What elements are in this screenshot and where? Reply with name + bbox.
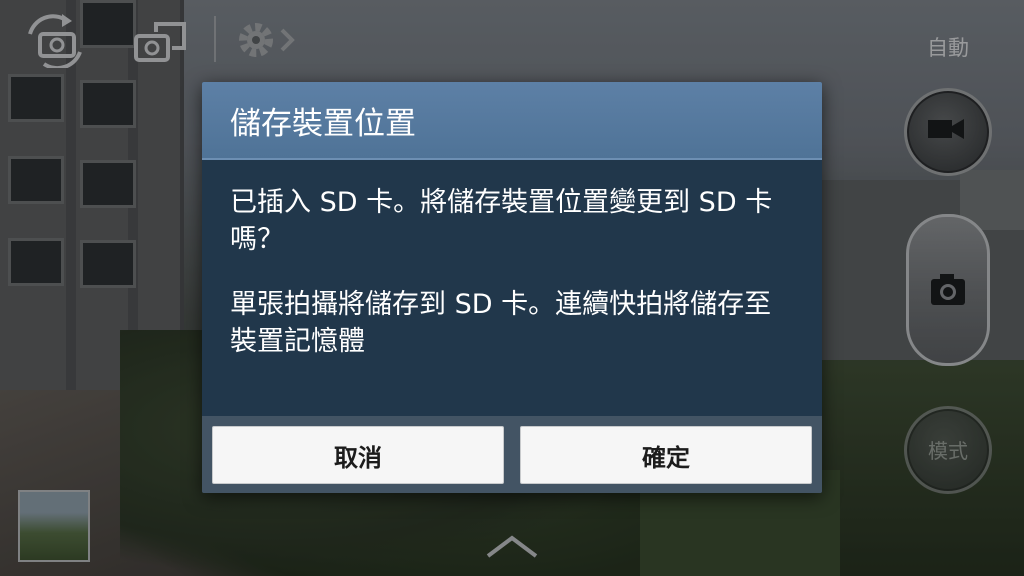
dialog-header: 儲存裝置位置 bbox=[202, 82, 822, 160]
dialog-title: 儲存裝置位置 bbox=[230, 105, 416, 142]
dialog-button-bar: 取消 確定 bbox=[202, 416, 822, 493]
dialog-message-primary: 已插入 SD 卡。將儲存裝置位置變更到 SD 卡嗎？ bbox=[230, 187, 773, 255]
cancel-button[interactable]: 取消 bbox=[212, 426, 504, 484]
storage-location-dialog: 儲存裝置位置 已插入 SD 卡。將儲存裝置位置變更到 SD 卡嗎？ 單張拍攝將儲… bbox=[202, 82, 822, 493]
confirm-button[interactable]: 確定 bbox=[520, 426, 812, 484]
dialog-body: 已插入 SD 卡。將儲存裝置位置變更到 SD 卡嗎？ 單張拍攝將儲存到 SD 卡… bbox=[202, 160, 822, 416]
dialog-message-secondary: 單張拍攝將儲存到 SD 卡。連續快拍將儲存至裝置記憶體 bbox=[230, 289, 772, 357]
